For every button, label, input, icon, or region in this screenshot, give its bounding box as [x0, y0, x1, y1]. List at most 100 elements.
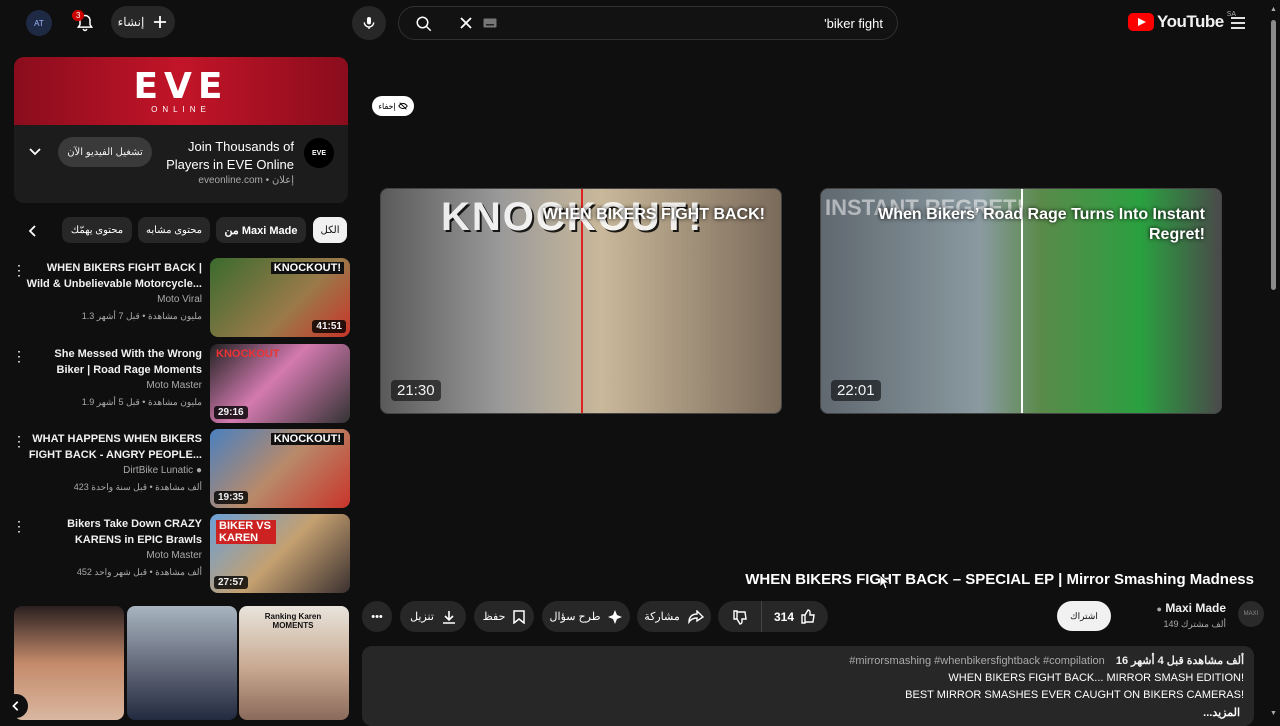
short-thumbnail[interactable]	[14, 606, 124, 720]
chip-all[interactable]: الكل	[313, 217, 347, 243]
download-button[interactable]: تنزيل	[400, 601, 466, 632]
verified-icon: ●	[195, 465, 202, 476]
video-thumbnail[interactable]: KNOCKOUT! 41:51	[210, 258, 350, 337]
video-title[interactable]: She Messed With the Wrong Biker | Road R…	[26, 346, 202, 378]
like-count: 314	[773, 609, 795, 624]
show-more-link[interactable]: ...المزيد	[1203, 706, 1240, 719]
description-line: WHEN BIKERS FIGHT BACK... MIRROR SMASH E…	[948, 672, 1244, 684]
related-video[interactable]: KNOCKOUT 29:16 She Messed With the Wrong…	[8, 344, 350, 424]
ad-cta-button[interactable]: تشغيل الفيديو الآن	[58, 137, 152, 167]
video-thumbnail[interactable]: BIKER VS KAREN 27:57	[210, 514, 350, 593]
endscreen-video-card[interactable]: KNOCKOUT! WHEN BIKERS FIGHT BACK! 21:30	[380, 188, 782, 414]
endscreen-card-title[interactable]: WHEN BIKERS FIGHT BACK!	[543, 205, 765, 225]
scroll-up-icon[interactable]: ▲	[1270, 6, 1277, 13]
chevron-down-icon[interactable]	[28, 145, 42, 159]
channel-name[interactable]: Moto Viral	[157, 294, 202, 305]
more-vert-icon[interactable]: ⋮	[12, 262, 26, 279]
video-title[interactable]: WHAT HAPPENS WHEN BIKERS FIGHT BACK - AN…	[26, 431, 202, 463]
channel-name-text: Maxi Made	[1165, 601, 1226, 615]
more-vert-icon[interactable]: ⋮	[12, 518, 26, 535]
plus-icon	[154, 16, 167, 28]
clear-search-icon[interactable]	[459, 16, 473, 30]
bookmark-icon	[513, 609, 526, 624]
search-icon[interactable]	[415, 15, 433, 33]
page-scrollbar[interactable]: ▲ ▼	[1268, 6, 1278, 720]
channel-name[interactable]: DirtBike Lunatic ●	[123, 465, 202, 476]
subscribe-button[interactable]: اشتراك	[1057, 601, 1111, 631]
thumbnail-caption: KNOCKOUT	[216, 348, 280, 360]
share-button[interactable]: مشاركة	[637, 601, 711, 632]
thumbs-up-icon	[801, 608, 815, 624]
verified-icon: ●	[1156, 604, 1162, 614]
more-horiz-icon: •••	[371, 610, 383, 623]
create-button[interactable]: إنشاء	[111, 6, 175, 38]
description-views: 16 ألف مشاهدة قبل 4 أشهر	[1115, 655, 1244, 667]
save-label: حفظ	[482, 611, 506, 623]
scrollbar-thumb[interactable]	[1271, 20, 1276, 290]
microphone-icon	[363, 17, 375, 29]
chevron-left-icon[interactable]	[26, 224, 40, 238]
share-icon	[688, 609, 704, 624]
share-label: مشاركة	[644, 611, 680, 623]
channel-name[interactable]: ● Maxi Made	[1157, 601, 1226, 615]
video-thumbnail[interactable]: KNOCKOUT 29:16	[210, 344, 350, 423]
description-tags[interactable]: #mirrorsmashing #whenbikersfightback #co…	[849, 655, 1105, 667]
related-video[interactable]: KNOCKOUT! 41:51 WHEN BIKERS FIGHT BACK |…	[8, 258, 350, 338]
ad-card[interactable]: EVE ONLINE EVE Join Thousands of Players…	[14, 57, 348, 203]
ask-button[interactable]: طرح سؤال	[542, 601, 630, 632]
keyboard-icon[interactable]	[483, 18, 497, 28]
description-box[interactable]: #mirrorsmashing #whenbikersfightback #co…	[362, 646, 1254, 726]
video-meta: 1.9 مليون مشاهدة • قبل 5 أشهر	[81, 397, 202, 407]
hide-endscreen-button[interactable]: إخفاء	[372, 96, 414, 116]
ad-banner[interactable]: EVE ONLINE	[14, 57, 348, 125]
chip-for-you[interactable]: محتوى يهمّك	[62, 217, 132, 243]
dislike-button[interactable]	[718, 601, 762, 632]
search-box[interactable]: 'biker fight	[398, 6, 898, 40]
chip-from-channel[interactable]: من Maxi Made	[216, 217, 306, 243]
short-thumbnail[interactable]	[127, 606, 237, 720]
avatar-initials: AT	[26, 10, 52, 36]
channel-name[interactable]: Moto Master	[146, 550, 202, 561]
subscriber-count: 149 ألف مشترك	[1163, 619, 1226, 629]
endscreen-card-title[interactable]: When Bikers’ Road Rage Turns Into Instan…	[845, 205, 1205, 245]
video-title[interactable]: WHEN BIKERS FIGHT BACK | Wild & Unbeliev…	[26, 260, 202, 292]
related-video[interactable]: KNOCKOUT! 19:35 WHAT HAPPENS WHEN BIKERS…	[8, 429, 350, 509]
youtube-play-icon	[1128, 13, 1154, 31]
ad-brand-logo: EVE	[133, 65, 229, 107]
more-actions-button[interactable]: •••	[362, 601, 392, 632]
description-header: #mirrorsmashing #whenbikersfightback #co…	[849, 654, 1244, 667]
search-input[interactable]: 'biker fight	[824, 16, 883, 31]
short-caption: Ranking Karen MOMENTS	[264, 612, 322, 630]
notifications-button[interactable]: 3	[68, 6, 102, 40]
short-thumbnail[interactable]: Ranking Karen MOMENTS	[239, 606, 349, 720]
more-vert-icon[interactable]: ⋮	[12, 348, 26, 365]
like-dislike-group: 314	[718, 601, 828, 632]
ad-avatar[interactable]: EVE	[304, 138, 334, 168]
like-button[interactable]: 314	[762, 601, 828, 632]
more-vert-icon[interactable]: ⋮	[12, 433, 26, 450]
scroll-down-icon[interactable]: ▼	[1270, 710, 1277, 717]
menu-button[interactable]	[1221, 6, 1255, 40]
endscreen-video-card[interactable]: INSTANT REGRET! When Bikers’ Road Rage T…	[820, 188, 1222, 414]
video-title[interactable]: Bikers Take Down CRAZY KARENS in EPIC Br…	[26, 516, 202, 548]
related-video[interactable]: BIKER VS KAREN 27:57 Bikers Take Down CR…	[8, 514, 350, 594]
channel-name[interactable]: Moto Master	[146, 380, 202, 391]
voice-search-button[interactable]	[352, 6, 386, 40]
youtube-logo[interactable]: YouTube SA	[1128, 11, 1236, 32]
save-button[interactable]: حفظ	[474, 601, 534, 632]
channel-name-text: DirtBike Lunatic	[123, 465, 194, 476]
ad-brand-logo-sub: ONLINE	[151, 104, 211, 114]
shorts-prev-button[interactable]	[4, 694, 28, 718]
account-avatar[interactable]: AT	[22, 6, 56, 40]
sparkle-icon	[608, 609, 623, 624]
ad-title[interactable]: Join Thousands of Players in EVE Online	[144, 138, 294, 174]
hide-label: إخفاء	[378, 101, 396, 111]
top-bar: AT 3 إنشاء 'biker fight YouTube SA	[0, 0, 1280, 46]
video-thumbnail[interactable]: KNOCKOUT! 19:35	[210, 429, 350, 508]
download-icon	[442, 610, 455, 624]
description-line: BEST MIRROR SMASHES EVER CAUGHT ON BIKER…	[905, 689, 1244, 701]
chip-related[interactable]: محتوى مشابه	[138, 217, 210, 243]
video-meta: 423 ألف مشاهدة • قبل سنة واحدة	[73, 482, 202, 492]
mouse-cursor-icon	[880, 575, 890, 589]
channel-avatar[interactable]: MAXI	[1238, 601, 1264, 627]
